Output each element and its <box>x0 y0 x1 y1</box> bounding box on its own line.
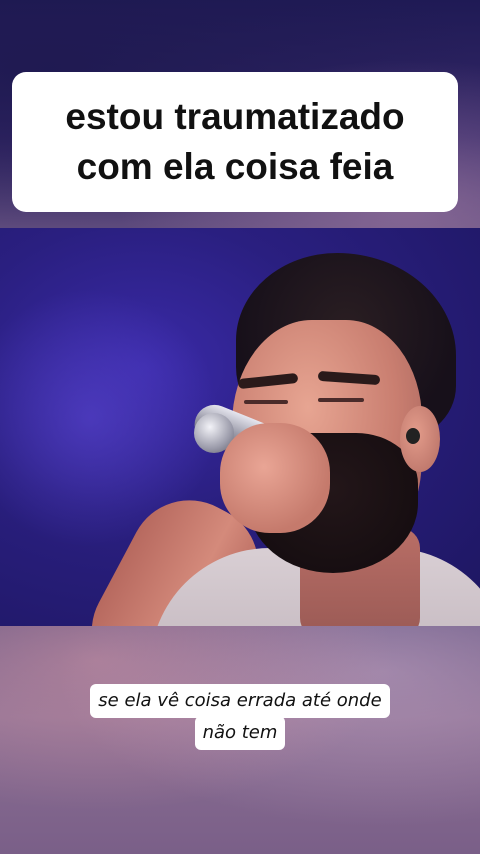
right-eye-closed <box>318 398 364 402</box>
in-ear-monitor-icon <box>406 428 420 444</box>
subtitle-caption: se ela vê coisa errada até onde não tem <box>0 684 480 750</box>
singer-hand <box>220 423 330 533</box>
video-frame-container[interactable]: estou traumatizado com ela coisa feia se… <box>0 0 480 854</box>
subtitle-line-1: se ela vê coisa errada até onde <box>90 684 390 718</box>
title-line-1: estou traumatizado <box>65 96 405 137</box>
video-player[interactable] <box>0 228 480 626</box>
title-caption: estou traumatizado com ela coisa feia <box>12 72 458 212</box>
left-eye-closed <box>244 400 288 404</box>
subtitle-line-2: não tem <box>194 716 286 750</box>
title-line-2: com ela coisa feia <box>76 146 394 187</box>
